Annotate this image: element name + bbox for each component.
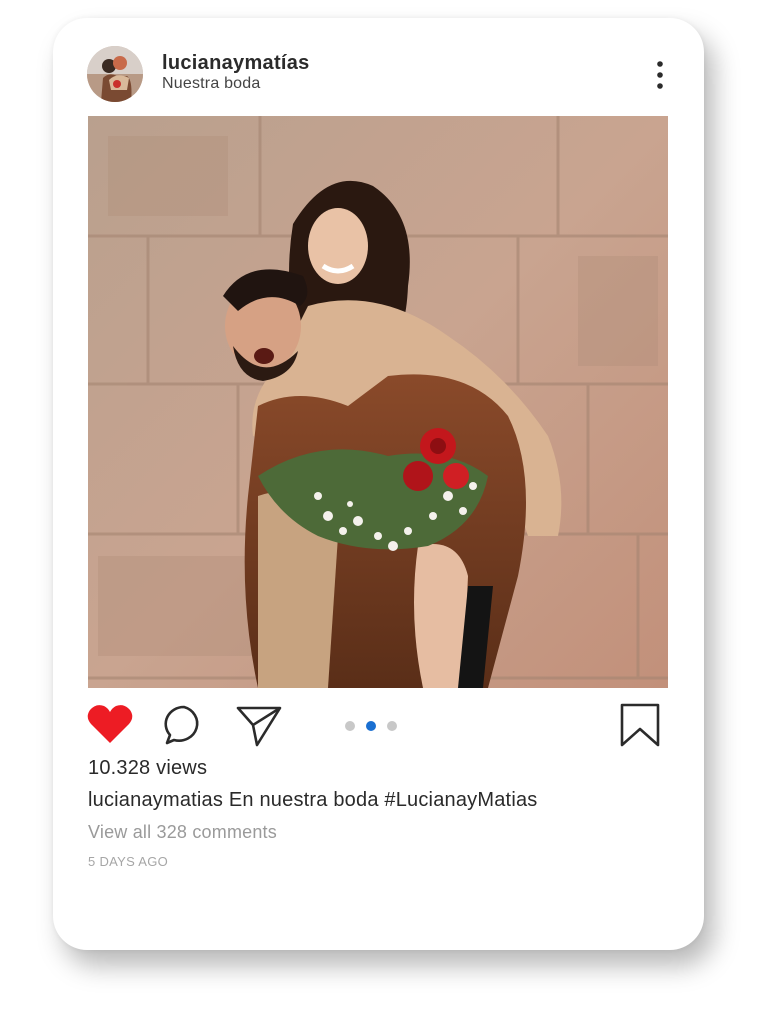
post-header: lucianaymatías Nuestra boda — [87, 46, 670, 106]
carousel-dot[interactable] — [345, 721, 355, 731]
paper-plane-icon[interactable] — [235, 704, 283, 753]
carousel-dot-active[interactable] — [366, 721, 376, 731]
post-actions — [87, 702, 661, 748]
heart-icon[interactable] — [87, 703, 133, 750]
more-vertical-icon[interactable] — [650, 60, 670, 90]
username[interactable]: lucianaymatías — [162, 52, 310, 74]
post-card: lucianaymatías Nuestra boda 10.328 views… — [53, 18, 704, 950]
post-user-info: lucianaymatías Nuestra boda — [162, 52, 310, 94]
post-photo[interactable] — [88, 116, 668, 688]
post-subtitle: Nuestra boda — [162, 75, 261, 92]
comment-bubble-icon[interactable] — [163, 704, 205, 751]
post-caption: lucianaymatias En nuestra boda #Lucianay… — [88, 789, 674, 812]
bookmark-icon[interactable] — [619, 702, 661, 753]
avatar[interactable] — [87, 46, 143, 102]
view-comments-link[interactable]: View all 328 comments — [88, 822, 674, 843]
post-timestamp: 5 DAYS AGO — [88, 854, 169, 869]
caption-text: En nuestra boda #LucianayMatias — [228, 789, 538, 811]
views-count: 10.328 views — [88, 757, 208, 779]
carousel-dot[interactable] — [387, 721, 397, 731]
caption-username[interactable]: lucianaymatias — [88, 789, 223, 811]
